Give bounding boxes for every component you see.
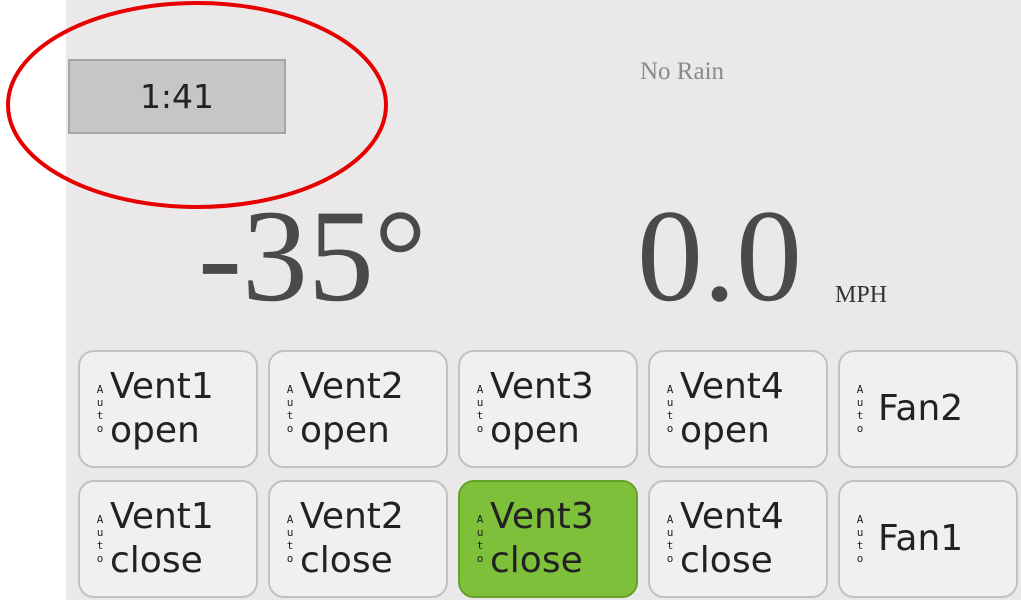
auto-indicator: Auto bbox=[476, 513, 484, 565]
temperature-readout: -35° bbox=[198, 182, 427, 329]
button-label: Vent4 close bbox=[680, 496, 784, 581]
vent4-open-button[interactable]: Auto Vent4 open bbox=[648, 350, 828, 468]
fan1-button[interactable]: Auto Fan1 bbox=[838, 480, 1018, 598]
vent2-close-button[interactable]: Auto Vent2 close bbox=[268, 480, 448, 598]
vent1-close-button[interactable]: Auto Vent1 close bbox=[78, 480, 258, 598]
button-label: Vent1 close bbox=[110, 496, 214, 581]
fan2-button[interactable]: Auto Fan2 bbox=[838, 350, 1018, 468]
auto-indicator: Auto bbox=[666, 383, 674, 435]
vent2-open-button[interactable]: Auto Vent2 open bbox=[268, 350, 448, 468]
button-label: Vent3 open bbox=[490, 366, 594, 451]
clock-time: 1:41 bbox=[139, 77, 215, 116]
vent1-open-button[interactable]: Auto Vent1 open bbox=[78, 350, 258, 468]
wind-unit-label: MPH bbox=[835, 282, 888, 308]
button-label: Vent4 open bbox=[680, 366, 784, 451]
button-label: Vent2 close bbox=[300, 496, 404, 581]
auto-indicator: Auto bbox=[96, 383, 104, 435]
auto-indicator: Auto bbox=[286, 383, 294, 435]
button-label: Vent2 open bbox=[300, 366, 404, 451]
button-label: Fan2 bbox=[878, 388, 964, 429]
button-label: Vent1 open bbox=[110, 366, 214, 451]
button-label: Vent3 close bbox=[490, 496, 594, 581]
wind-speed-readout: 0.0 bbox=[637, 182, 802, 329]
vent4-close-button[interactable]: Auto Vent4 close bbox=[648, 480, 828, 598]
auto-indicator: Auto bbox=[856, 383, 864, 435]
clock-button[interactable]: 1:41 bbox=[68, 59, 286, 134]
rain-status: No Rain bbox=[640, 58, 725, 85]
auto-indicator: Auto bbox=[666, 513, 674, 565]
vent3-close-button[interactable]: Auto Vent3 close bbox=[458, 480, 638, 598]
vent3-open-button[interactable]: Auto Vent3 open bbox=[458, 350, 638, 468]
auto-indicator: Auto bbox=[856, 513, 864, 565]
auto-indicator: Auto bbox=[96, 513, 104, 565]
auto-indicator: Auto bbox=[286, 513, 294, 565]
button-label: Fan1 bbox=[878, 518, 964, 559]
auto-indicator: Auto bbox=[476, 383, 484, 435]
